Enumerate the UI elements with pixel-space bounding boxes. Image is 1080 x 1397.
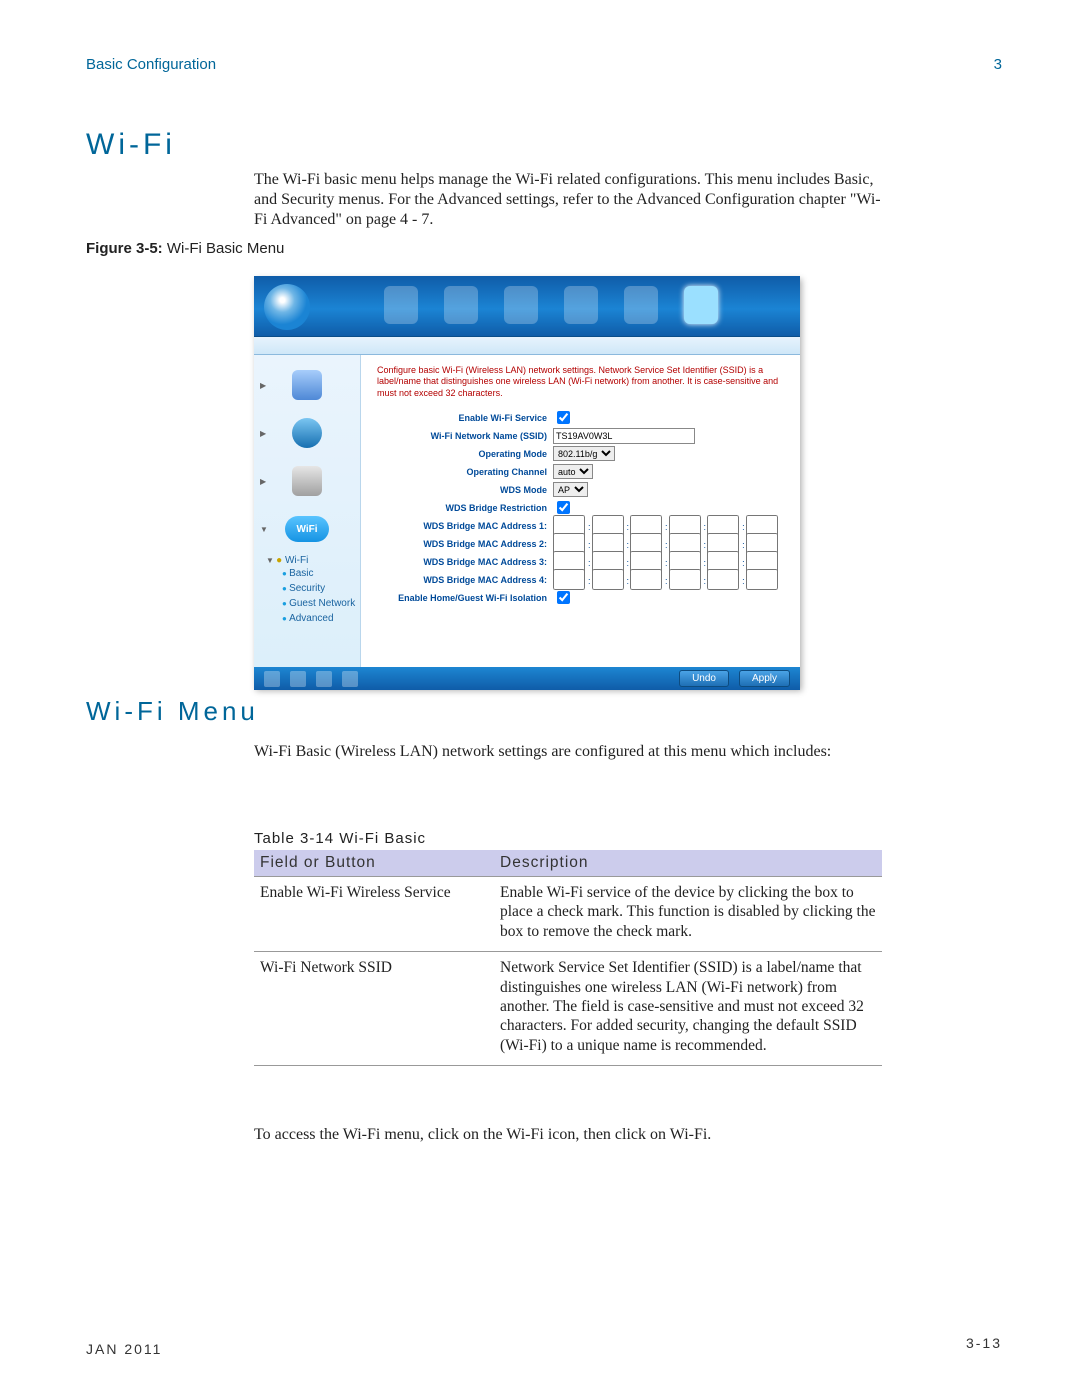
- table-cell-desc: Network Service Set Identifier (SSID) is…: [494, 952, 882, 1066]
- figure-label-rest: Wi-Fi Basic Menu: [163, 240, 285, 257]
- tree-item-security[interactable]: Security: [282, 581, 360, 596]
- footer-tool-icon-1[interactable]: [264, 671, 280, 687]
- undo-button[interactable]: Undo: [679, 670, 729, 687]
- input-mac4-d[interactable]: [669, 569, 701, 590]
- table-cell-field: Wi-Fi Network SSID: [254, 952, 494, 1066]
- figure-label: Figure 3-5: Wi-Fi Basic Menu: [86, 240, 284, 257]
- apply-button[interactable]: Apply: [739, 670, 790, 687]
- tree-item-guest-network[interactable]: Guest Network: [282, 596, 360, 611]
- sidebar-group-wifi[interactable]: ▼WiFi: [254, 505, 360, 553]
- header-left: Basic Configuration: [86, 56, 216, 73]
- monitor-icon: [292, 370, 322, 400]
- sidebar: ▶ ▶ ▶ ▼WiFi Wi-Fi Basic Security Guest N…: [254, 355, 361, 667]
- top-nav-globe-icon[interactable]: [384, 286, 418, 324]
- phone-icon: [292, 418, 322, 448]
- top-nav-monitor-icon[interactable]: [564, 286, 598, 324]
- label-isolation: Enable Home/Guest Wi-Fi Isolation: [377, 593, 553, 603]
- section-title-wifi-menu: Wi-Fi Menu: [86, 696, 259, 727]
- screenshot-separator: [254, 337, 800, 355]
- section-title-wifi: Wi-Fi: [86, 128, 176, 162]
- config-panel: Configure basic Wi-Fi (Wireless LAN) net…: [361, 355, 800, 667]
- tools-icon: [292, 466, 322, 496]
- table-head-description: Description: [494, 850, 882, 877]
- tree-wifi-root[interactable]: Wi-Fi: [276, 555, 308, 566]
- screenshot-banner: [254, 276, 800, 337]
- top-nav-wifi-icon[interactable]: [684, 286, 718, 324]
- tree-item-advanced[interactable]: Advanced: [282, 611, 360, 626]
- tree-item-basic[interactable]: Basic: [282, 566, 360, 581]
- input-mac4-b[interactable]: [592, 569, 624, 590]
- panel-description: Configure basic Wi-Fi (Wireless LAN) net…: [377, 365, 784, 399]
- table-cell-field: Enable Wi-Fi Wireless Service: [254, 877, 494, 952]
- screenshot-footer: Undo Apply: [254, 667, 800, 690]
- label-wds-mode: WDS Mode: [377, 485, 553, 495]
- select-operating-mode[interactable]: 802.11b/g: [553, 446, 615, 461]
- label-mac-2: WDS Bridge MAC Address 2:: [377, 539, 553, 549]
- sidebar-group-phone[interactable]: ▶: [254, 409, 360, 457]
- label-operating-channel: Operating Channel: [377, 467, 553, 477]
- checkbox-isolation[interactable]: [557, 591, 570, 604]
- sidebar-group-pc[interactable]: ▶: [254, 361, 360, 409]
- figure-label-bold: Figure 3-5:: [86, 240, 163, 257]
- footer-page: 3-13: [966, 1335, 1002, 1351]
- label-operating-mode: Operating Mode: [377, 449, 553, 459]
- checkbox-wds-restriction[interactable]: [557, 501, 570, 514]
- header-page-num: 3: [994, 56, 1002, 73]
- table-cell-desc: Enable Wi-Fi service of the device by cl…: [494, 877, 882, 952]
- access-note: To access the Wi-Fi menu, click on the W…: [254, 1126, 882, 1144]
- top-nav-signal-icon[interactable]: [444, 286, 478, 324]
- table-row: Wi-Fi Network SSID Network Service Set I…: [254, 952, 882, 1066]
- checkbox-enable-wifi[interactable]: [557, 411, 570, 424]
- label-enable-wifi: Enable Wi-Fi Service: [377, 413, 553, 423]
- section2-intro: Wi-Fi Basic (Wireless LAN) network setti…: [254, 742, 882, 762]
- label-mac-3: WDS Bridge MAC Address 3:: [377, 557, 553, 567]
- input-ssid[interactable]: [553, 428, 695, 444]
- motorola-logo-icon: [264, 284, 310, 330]
- input-mac4-e[interactable]: [707, 569, 739, 590]
- label-mac-4: WDS Bridge MAC Address 4:: [377, 575, 553, 585]
- label-ssid: Wi-Fi Network Name (SSID): [377, 431, 553, 441]
- footer-tool-icon-4[interactable]: [342, 671, 358, 687]
- table-caption: Table 3-14 Wi-Fi Basic: [254, 830, 426, 847]
- footer-tool-icon-2[interactable]: [290, 671, 306, 687]
- table-wifi-basic: Field or Button Description Enable Wi-Fi…: [254, 850, 882, 1066]
- table-row: Enable Wi-Fi Wireless Service Enable Wi-…: [254, 877, 882, 952]
- select-wds-mode[interactable]: AP: [553, 482, 588, 497]
- section-intro: The Wi-Fi basic menu helps manage the Wi…: [254, 170, 882, 230]
- input-mac4-f[interactable]: [746, 569, 778, 590]
- label-mac-1: WDS Bridge MAC Address 1:: [377, 521, 553, 531]
- footer-tool-icon-3[interactable]: [316, 671, 332, 687]
- sidebar-tree: Wi-Fi Basic Security Guest Network Advan…: [254, 553, 360, 626]
- top-nav-antenna-icon[interactable]: [504, 286, 538, 324]
- sidebar-group-tools[interactable]: ▶: [254, 457, 360, 505]
- input-mac4-c[interactable]: [630, 569, 662, 590]
- footer-date: JAN 2011: [86, 1341, 162, 1357]
- label-wds-restriction: WDS Bridge Restriction: [377, 503, 553, 513]
- input-mac4-a[interactable]: [553, 569, 585, 590]
- select-operating-channel[interactable]: auto: [553, 464, 593, 479]
- top-nav-gear-icon[interactable]: [624, 286, 658, 324]
- screenshot-wifi-basic: ▶ ▶ ▶ ▼WiFi Wi-Fi Basic Security Guest N…: [254, 276, 800, 688]
- wifi-badge-icon: WiFi: [285, 516, 329, 542]
- table-head-field: Field or Button: [254, 850, 494, 877]
